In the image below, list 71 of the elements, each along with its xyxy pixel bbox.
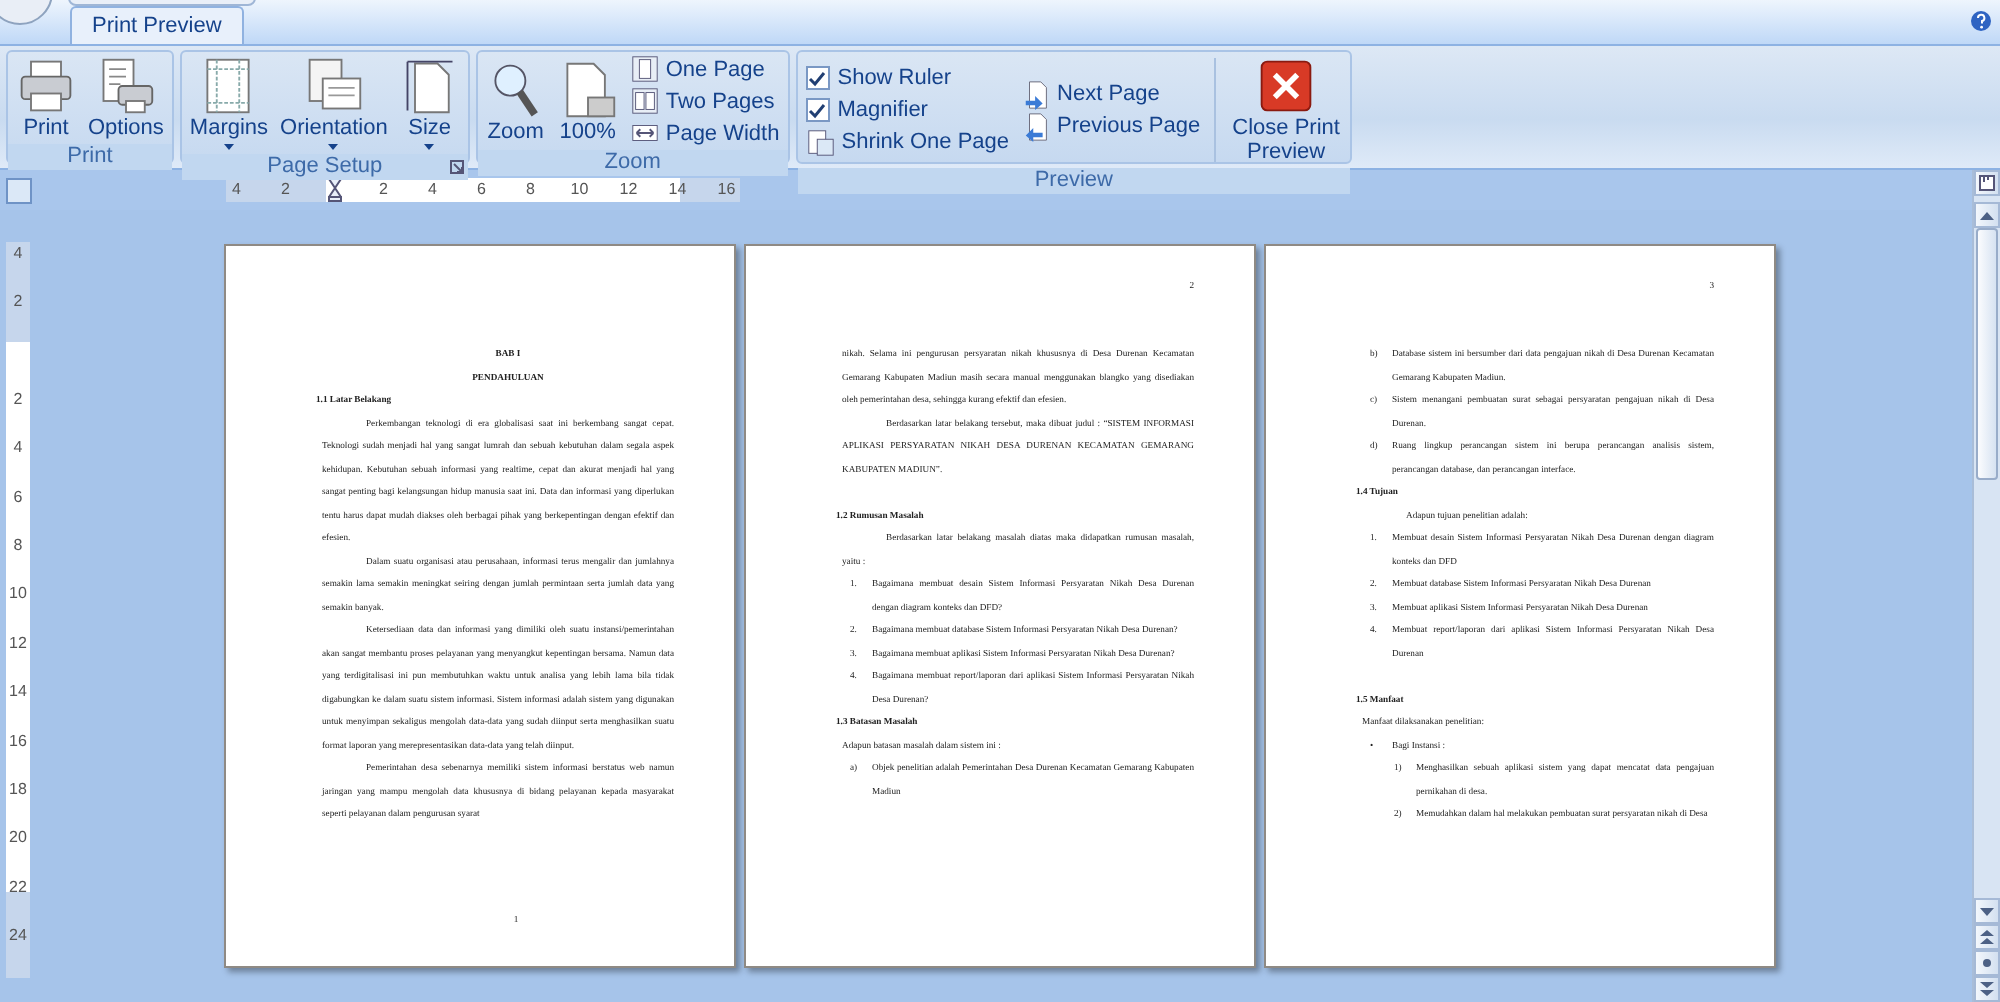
ribbon-button[interactable]: Margins [185,54,273,152]
ribbon-button[interactable]: Options [84,54,168,142]
shrink-page-icon [805,127,836,157]
dialog-launcher-icon[interactable] [449,160,464,174]
ruler-number: 4 [13,243,23,262]
previous-page-icon [1021,111,1052,141]
dot-icon [1982,958,1992,968]
group-label: Page Setup [181,154,468,180]
group-label: Print [8,144,172,170]
ribbon-button[interactable]: One Page [625,54,784,84]
browse-object-button[interactable] [1974,950,2000,976]
ruler-number: 12 [9,633,27,652]
ruler-number: 10 [9,584,27,603]
ruler-icon [1978,174,1996,192]
ruler-number: 14 [9,682,27,701]
ruler-number: 2 [13,389,23,408]
printer-icon [16,56,76,116]
scrollbar-thumb[interactable] [1976,228,1998,480]
scroll-down-button[interactable] [1974,898,2000,924]
ruler-number: 12 [619,180,638,198]
ribbon-button[interactable]: Two Pages [625,86,784,116]
ruler-number: 10 [570,180,589,198]
down-arrow-icon [1980,907,1994,915]
checkbox-label: Magnifier [837,98,928,122]
ruler-toggle-button[interactable] [1974,170,2000,196]
tab-selector-button[interactable] [6,177,32,203]
ruler-number: 2 [13,292,23,311]
ruler-number: 2 [379,180,388,198]
double-down-arrow-icon [1980,982,1994,996]
ruler-number: 14 [668,180,687,198]
ribbon-button[interactable]: Size [395,54,464,152]
ribbon-button[interactable]: Page Width [625,118,784,148]
help-icon[interactable] [1970,10,1992,32]
two-pages-icon [629,86,660,116]
one-page-icon [629,54,660,84]
group-label: Preview [797,168,1351,194]
ruler-number: 24 [9,926,27,945]
ruler-number: 16 [9,731,27,750]
up-arrow-icon [1980,211,1994,219]
next-page-button[interactable] [1974,976,2000,1002]
checkbox[interactable] [805,66,830,90]
scroll-up-button[interactable] [1974,202,2000,228]
ruler-number: 2 [281,180,290,198]
ruler-number: 20 [9,828,27,847]
ribbon-button[interactable]: Zoom [481,57,550,145]
next-page-icon [1021,79,1052,109]
ribbon-button[interactable]: Orientation [276,54,392,152]
indent-marker-icon[interactable] [327,178,342,202]
ruler-number: 8 [13,536,23,555]
ribbon-button[interactable]: Shrink One Page [801,127,1014,157]
ribbon-button[interactable]: Next Page [1017,79,1205,109]
ribbon-tab[interactable]: Print Preview [70,6,244,44]
close-icon [1256,56,1317,116]
ribbon-button[interactable]: Previous Page [1017,111,1205,141]
ruler-number: 16 [717,180,736,198]
checkbox[interactable] [805,98,830,122]
ruler-number: 6 [477,180,486,198]
previous-page-button[interactable] [1974,924,2000,950]
checkbox-label: Show Ruler [837,66,952,90]
double-up-arrow-icon [1980,930,1994,944]
ruler-number: 4 [428,180,437,198]
ribbon-button[interactable]: 100% [553,57,622,145]
ruler-number: 22 [9,877,27,896]
group-label: Zoom [477,150,788,176]
ruler-number: 8 [526,180,535,198]
ruler-number: 4 [232,180,241,198]
ribbon-button[interactable]: Print [12,54,80,142]
ruler-number: 18 [9,779,27,798]
ruler-number: 4 [13,438,23,457]
ruler-number: 6 [13,487,23,506]
close-print-preview-button[interactable]: Close Print Preview [1226,54,1347,166]
